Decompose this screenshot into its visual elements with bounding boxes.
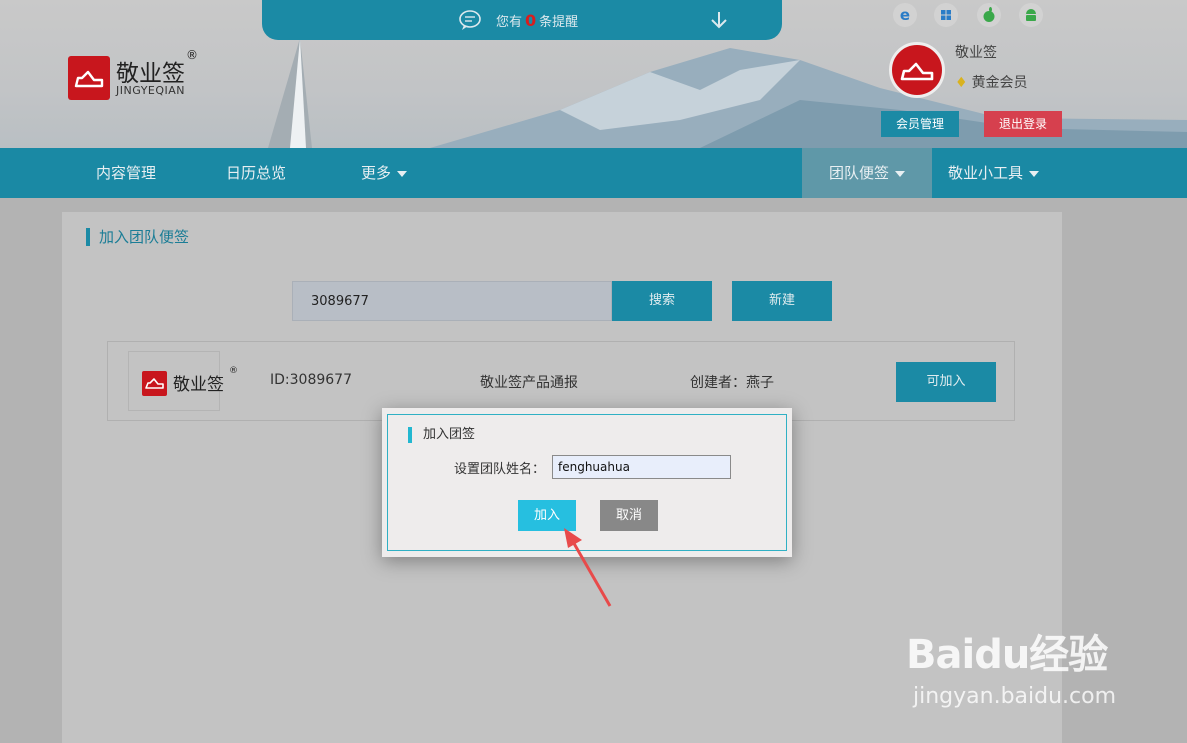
team-creator: 创建者：燕子 bbox=[690, 375, 774, 391]
caret-down-icon bbox=[1029, 170, 1040, 177]
windows-icon[interactable] bbox=[934, 3, 958, 27]
nav-tools-label: 敬业小工具 bbox=[948, 164, 1024, 182]
nav-calendar-overview[interactable]: 日历总览 bbox=[226, 148, 286, 198]
nav-team-notes[interactable]: 团队便签 bbox=[802, 148, 932, 198]
avatar[interactable] bbox=[889, 42, 945, 98]
dialog-title: 加入团签 bbox=[408, 427, 475, 443]
nav-content-management[interactable]: 内容管理 bbox=[96, 148, 156, 198]
cloud-icon bbox=[145, 378, 164, 389]
logo-text-cn: 敬业签 bbox=[116, 61, 185, 87]
ie-icon[interactable]: e bbox=[893, 3, 917, 27]
result-logo-text: 敬业签 bbox=[173, 375, 224, 395]
search-button[interactable]: 搜索 bbox=[612, 281, 712, 321]
apple-icon[interactable] bbox=[977, 3, 1001, 27]
annotation-arrow-icon bbox=[564, 528, 612, 607]
logo-text-en: JINGYEQIAN bbox=[116, 84, 186, 97]
joinable-button[interactable]: 可加入 bbox=[896, 362, 996, 402]
team-nickname-input[interactable] bbox=[552, 455, 731, 479]
logo-registered-mark: ® bbox=[186, 48, 198, 62]
svg-text:e: e bbox=[900, 6, 910, 24]
watermark-url: jingyan.baidu.com bbox=[913, 684, 1117, 709]
result-logo: 敬业签 ® bbox=[128, 351, 238, 411]
main-nav: 内容管理 日历总览 更多 团队便签 敬业小工具 bbox=[0, 148, 1187, 198]
search-input[interactable] bbox=[292, 281, 612, 321]
team-id: ID:3089677 bbox=[270, 372, 352, 388]
reminder-prefix: 您有 bbox=[496, 15, 523, 30]
reminder-count: 0 bbox=[525, 11, 537, 30]
nav-tools[interactable]: 敬业小工具 bbox=[948, 148, 1040, 198]
cloud-icon bbox=[74, 70, 104, 88]
cloud-icon bbox=[900, 62, 934, 81]
nav-more[interactable]: 更多 bbox=[361, 148, 408, 198]
member-level: ♦ 黄金会员 bbox=[955, 72, 1028, 92]
username: 敬业签 bbox=[955, 45, 997, 61]
caret-down-icon bbox=[397, 170, 408, 177]
diamond-icon: ♦ bbox=[955, 75, 968, 91]
watermark-main-text: Baidu经验 bbox=[906, 632, 1108, 678]
reminder-text: 您有 0 条提醒 bbox=[496, 11, 578, 30]
logo-mark bbox=[142, 371, 167, 396]
logo-mark bbox=[68, 56, 110, 100]
logout-button[interactable]: 退出登录 bbox=[984, 111, 1062, 137]
chat-bubble-icon bbox=[459, 10, 481, 30]
reminder-suffix: 条提醒 bbox=[539, 15, 579, 30]
reminder-bar[interactable]: 您有 0 条提醒 bbox=[262, 0, 782, 40]
arrow-down-icon[interactable] bbox=[710, 10, 728, 30]
team-name: 敬业签产品通报 bbox=[480, 375, 578, 391]
nav-more-label: 更多 bbox=[361, 164, 392, 182]
result-logo-registered-mark: ® bbox=[229, 366, 238, 376]
member-level-label: 黄金会员 bbox=[971, 75, 1028, 91]
nav-team-notes-label: 团队便签 bbox=[828, 164, 889, 182]
page-title: 加入团队便签 bbox=[86, 228, 189, 246]
new-button[interactable]: 新建 bbox=[732, 281, 832, 321]
header-banner: 您有 0 条提醒 敬业签 ® JINGYEQIAN e 敬业签 ♦ 黄金会员 会… bbox=[0, 0, 1187, 148]
team-nickname-label: 设置团队姓名： bbox=[454, 462, 546, 477]
member-management-button[interactable]: 会员管理 bbox=[881, 111, 959, 137]
android-icon[interactable] bbox=[1019, 3, 1043, 27]
caret-down-icon bbox=[895, 170, 905, 177]
